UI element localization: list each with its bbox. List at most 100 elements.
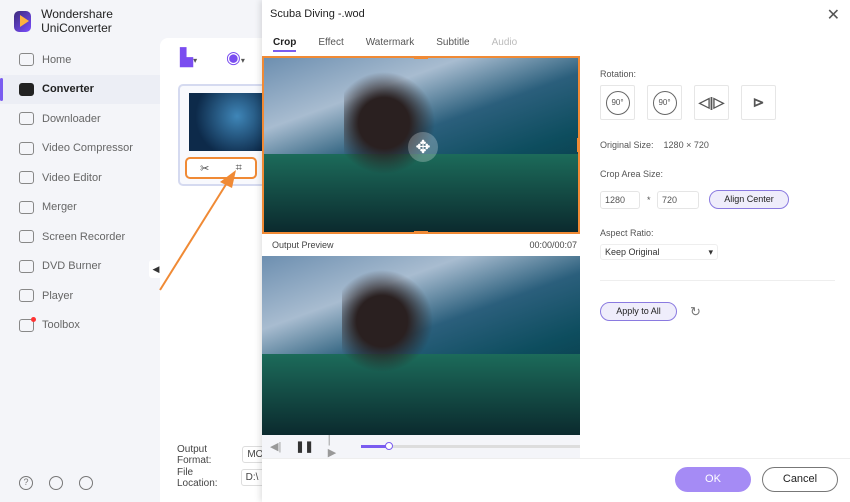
home-icon (19, 53, 34, 67)
divider (600, 280, 835, 281)
aspect-ratio-value: Keep Original (605, 247, 660, 257)
sidebar-item-player[interactable]: Player (0, 281, 160, 311)
output-preview (262, 256, 580, 435)
merge-icon (19, 200, 34, 214)
tab-audio: Audio (491, 37, 518, 48)
crop-handle-right[interactable] (577, 138, 578, 152)
feedback-icon[interactable] (79, 476, 93, 490)
annotation-arrow (159, 170, 236, 291)
sidebar-item-downloader[interactable]: Downloader (0, 104, 160, 134)
rotate-cw-icon: 90° (605, 90, 630, 115)
close-icon[interactable]: ✕ (827, 5, 840, 25)
disc-icon (19, 259, 34, 273)
output-preview-label: Output Preview (272, 240, 334, 250)
sidebar-item-label: Screen Recorder (42, 230, 126, 243)
aspect-ratio-label: Aspect Ratio: (600, 228, 654, 238)
sidebar-item-toolbox[interactable]: Toolbox (0, 311, 160, 341)
record-icon (19, 230, 34, 244)
output-settings: Output Format: MOV File Location: D:\ (177, 443, 270, 489)
flip-vertical-icon: ⊳ (752, 94, 765, 110)
sidebar-item-label: Video Editor (42, 171, 102, 184)
flip-horizontal-icon: ◁|▷ (698, 94, 725, 110)
sidebar-nav: Home Converter Downloader Video Compress… (0, 45, 160, 340)
move-icon[interactable]: ✥ (408, 132, 438, 162)
sidebar-item-label: Toolbox (42, 319, 80, 332)
crop-handle-top[interactable] (414, 58, 428, 59)
app-title: Wondershare UniConverter (41, 7, 113, 35)
dialog-tabs: Crop Effect Watermark Subtitle Audio (273, 37, 517, 52)
help-icon[interactable]: ? (19, 476, 33, 490)
sidebar-item-label: Converter (42, 83, 94, 96)
app-logo (14, 10, 32, 32)
sidebar-item-label: DVD Burner (42, 260, 102, 273)
notification-dot (31, 316, 36, 322)
sidebar-item-converter[interactable]: Converter (0, 74, 160, 104)
crop-dialog: Scuba Diving -.wod ✕ Crop Effect Waterma… (262, 0, 850, 502)
compress-icon (19, 141, 34, 155)
apply-to-all-button[interactable]: Apply to All (600, 302, 677, 321)
pause-icon[interactable]: ❚❚ (295, 440, 313, 453)
flip-vertical-button[interactable]: ⊳ (741, 85, 776, 120)
crop-separator: * (647, 195, 651, 205)
player-controls: ◀| ❚❚ |▶ (262, 434, 580, 459)
progress-knob[interactable] (385, 442, 394, 450)
video-frame-subject (342, 261, 442, 381)
original-size-value: 1280 × 720 (663, 140, 709, 150)
dialog-title: Scuba Diving -.wod (270, 8, 365, 20)
tab-subtitle[interactable]: Subtitle (436, 37, 469, 52)
crop-height-input[interactable]: 720 (657, 191, 699, 209)
previous-frame-icon[interactable]: ◀| (270, 440, 281, 453)
add-media-button[interactable]: ◉▾ (226, 48, 245, 68)
sidebar-item-label: Home (42, 53, 72, 66)
sidebar-item-video-editor[interactable]: Video Editor (0, 163, 160, 193)
play-icon (19, 289, 34, 303)
sidebar-footer: ? (19, 476, 93, 490)
sidebar-item-label: Downloader (42, 112, 101, 125)
progress-slider[interactable] (360, 442, 580, 450)
crop-handle-bottom[interactable] (414, 231, 428, 232)
sidebar-item-label: Player (42, 289, 74, 302)
scissors-icon (19, 171, 34, 185)
preview-label-row: Output Preview 00:00/00:07 (272, 240, 577, 250)
dialog-footer-divider (262, 458, 850, 459)
add-file-button[interactable]: ▙▾ (180, 48, 197, 68)
reset-icon[interactable]: ↻ (690, 304, 701, 320)
sidebar-item-label: Merger (42, 201, 77, 214)
rotation-label: Rotation: (600, 69, 637, 79)
video-frame-subject (344, 63, 444, 183)
tab-watermark[interactable]: Watermark (366, 37, 415, 52)
rotate-clockwise-button[interactable]: 90° (600, 85, 635, 120)
video-thumbnail (189, 93, 269, 151)
app-brand: Wondershare UniConverter (14, 7, 160, 35)
sidebar-item-video-compressor[interactable]: Video Compressor (0, 134, 160, 164)
aspect-ratio-select[interactable]: Keep Original ▾ (600, 244, 718, 260)
sidebar-item-dvd-burner[interactable]: DVD Burner (0, 252, 160, 282)
file-location-label: File Location: (177, 466, 218, 489)
download-icon (19, 112, 34, 126)
rotate-counterclockwise-button[interactable]: 90° (647, 85, 682, 120)
rotate-ccw-icon: 90° (652, 90, 677, 115)
tab-effect[interactable]: Effect (318, 37, 343, 52)
chevron-down-icon: ▾ (708, 247, 713, 257)
ok-button[interactable]: OK (675, 467, 751, 492)
align-center-button[interactable]: Align Center (709, 190, 789, 209)
sidebar-item-merger[interactable]: Merger (0, 193, 160, 223)
output-format-label: Output Format: (177, 443, 212, 466)
tab-crop[interactable]: Crop (273, 37, 297, 52)
original-size-label: Original Size: (600, 140, 654, 150)
time-display: 00:00/00:07 (529, 240, 577, 250)
crop-preview[interactable]: ✥ (262, 56, 580, 234)
cancel-button[interactable]: Cancel (762, 467, 838, 492)
flip-horizontal-button[interactable]: ◁|▷ (694, 85, 729, 120)
sidebar-item-screen-recorder[interactable]: Screen Recorder (0, 222, 160, 252)
sidebar-item-label: Video Compressor (42, 142, 133, 155)
crop-width-input[interactable]: 1280 (600, 191, 640, 209)
next-frame-icon[interactable]: |▶ (328, 434, 339, 459)
bell-icon[interactable] (49, 476, 63, 490)
sidebar: Wondershare UniConverter Home Converter … (0, 0, 160, 502)
sidebar-item-home[interactable]: Home (0, 45, 160, 75)
original-size-row: Original Size: 1280 × 720 (600, 140, 709, 150)
converter-icon (19, 82, 34, 96)
grid-icon (19, 316, 36, 332)
crop-area-label: Crop Area Size: (600, 169, 664, 179)
